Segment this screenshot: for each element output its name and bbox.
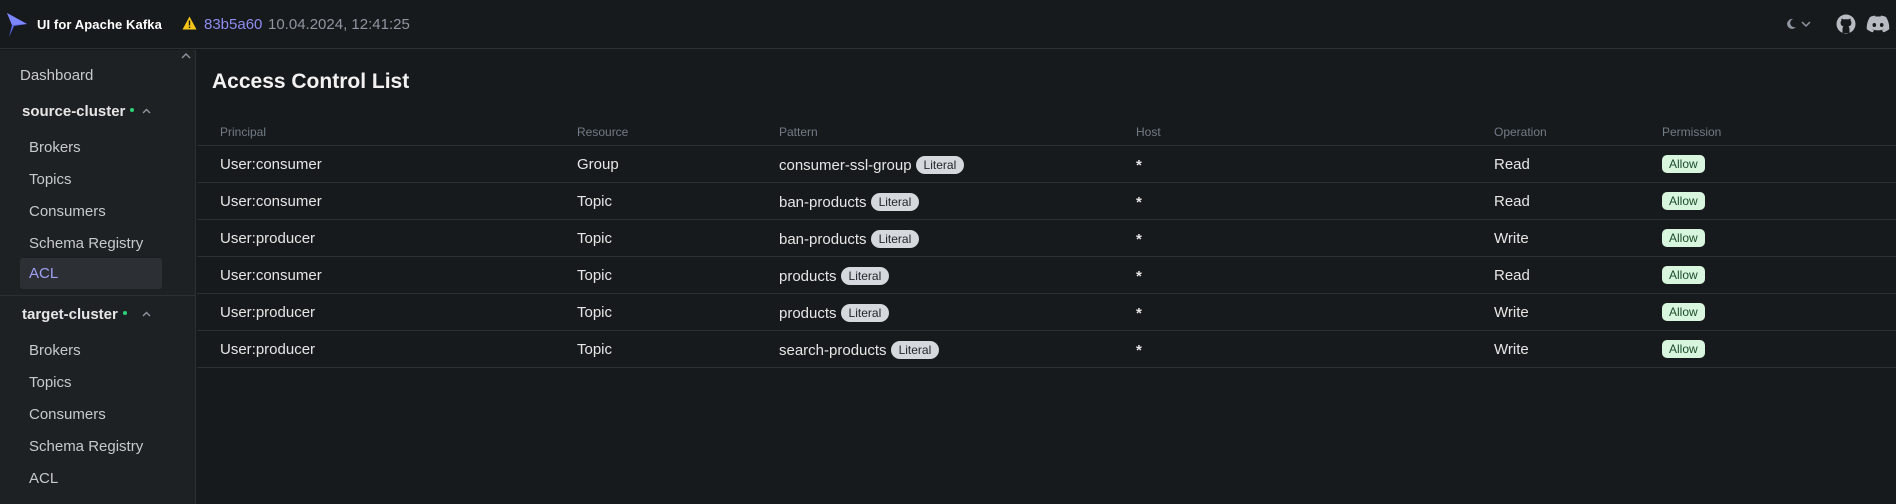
pattern-type-badge: Literal xyxy=(840,304,890,322)
cell-pattern: products Literal xyxy=(779,267,890,285)
cluster-name: target-cluster xyxy=(22,306,118,323)
table-row[interactable]: User:producer Topic ban-products Literal * Wr… xyxy=(197,220,1896,257)
pattern-type-badge: Literal xyxy=(915,156,965,174)
pattern-name: search-products xyxy=(779,342,887,359)
pattern-type-badge: Literal xyxy=(870,193,920,211)
cell-operation: Read xyxy=(1494,193,1530,210)
table-row[interactable]: User:producer Topic products Literal * Write A… xyxy=(197,294,1896,331)
theme-toggle[interactable] xyxy=(1786,15,1816,33)
permission-badge: Allow xyxy=(1662,155,1705,173)
chevron-up-icon[interactable] xyxy=(142,311,151,317)
column-header-operation: Operation xyxy=(1494,125,1547,139)
cell-resource: Topic xyxy=(577,230,613,247)
table-row[interactable]: User:consumer Group consumer-ssl-group Lite… xyxy=(197,146,1896,183)
sidebar-item-schema-registry[interactable]: Schema Registry xyxy=(20,228,162,259)
cell-principal: User:producer xyxy=(220,341,316,358)
column-header-host: Host xyxy=(1136,125,1161,139)
sidebar-item-topics[interactable]: Topics xyxy=(20,367,162,398)
permission-badge: Allow xyxy=(1662,303,1705,321)
sidebar-item-dashboard[interactable]: Dashboard xyxy=(20,60,162,91)
pattern-name: ban-products xyxy=(779,194,867,211)
cell-pattern: products Literal xyxy=(779,304,890,322)
cell-principal: User:consumer xyxy=(220,267,322,284)
permission-badge: Allow xyxy=(1662,340,1705,358)
chevron-up-icon[interactable] xyxy=(181,52,191,60)
cell-resource: Topic xyxy=(577,267,613,284)
sidebar-item-acl[interactable]: ACL xyxy=(20,258,162,289)
cell-principal: User:producer xyxy=(220,304,316,321)
column-header-pattern: Pattern xyxy=(779,125,818,139)
cell-resource: Topic xyxy=(577,341,613,358)
cell-host: * xyxy=(1136,231,1142,248)
cell-operation: Write xyxy=(1494,341,1529,358)
sidebar-item-consumers[interactable]: Consumers xyxy=(20,399,162,430)
cell-pattern: consumer-ssl-group Literal xyxy=(779,156,965,174)
status-online-dot xyxy=(122,311,127,315)
cell-principal: User:producer xyxy=(220,230,316,247)
table-header: Principal Resource Pattern Host Operatio… xyxy=(197,114,1896,146)
acl-table: Principal Resource Pattern Host Operatio… xyxy=(197,114,1896,368)
pattern-name: products xyxy=(779,268,837,285)
brand-title[interactable]: UI for Apache Kafka xyxy=(37,17,162,32)
table-row[interactable]: User:producer Topic search-products Literal… xyxy=(197,331,1896,368)
build-date: 10.04.2024, 12:41:25 xyxy=(268,16,410,33)
column-header-principal: Principal xyxy=(220,125,267,139)
cell-principal: User:consumer xyxy=(220,193,322,210)
pattern-name: consumer-ssl-group xyxy=(779,157,912,174)
cell-operation: Read xyxy=(1494,156,1530,173)
cell-host: * xyxy=(1136,268,1142,285)
discord-icon[interactable] xyxy=(1866,15,1890,33)
cell-operation: Write xyxy=(1494,304,1529,321)
cell-resource: Group xyxy=(577,156,619,173)
sidebar-item-brokers[interactable]: Brokers xyxy=(20,335,162,366)
pattern-type-badge: Literal xyxy=(870,230,920,248)
table-row[interactable]: User:consumer Topic ban-products Literal * Re… xyxy=(197,183,1896,220)
permission-badge: Allow xyxy=(1662,266,1705,284)
cell-pattern: ban-products Literal xyxy=(779,230,920,248)
warning-icon xyxy=(182,16,197,30)
cluster-name: source-cluster xyxy=(22,103,126,120)
cluster-target[interactable]: target-cluster xyxy=(22,303,172,327)
cell-principal: User:consumer xyxy=(220,156,322,173)
pattern-type-badge: Literal xyxy=(890,341,940,359)
cell-host: * xyxy=(1136,157,1142,174)
page-title: Access Control List xyxy=(212,70,410,93)
cell-host: * xyxy=(1136,194,1142,211)
main-content: Access Control List Principal Resource P… xyxy=(197,50,1896,504)
sidebar: Dashboard source-cluster Brokers Topics … xyxy=(0,50,196,504)
cell-pattern: search-products Literal xyxy=(779,341,940,359)
cell-host: * xyxy=(1136,342,1142,359)
column-header-permission: Permission xyxy=(1662,125,1722,139)
sidebar-item-consumers[interactable]: Consumers xyxy=(20,196,162,227)
cell-operation: Write xyxy=(1494,230,1529,247)
chevron-down-icon xyxy=(1801,20,1811,27)
cell-resource: Topic xyxy=(577,304,613,321)
cell-resource: Topic xyxy=(577,193,613,210)
sidebar-item-acl[interactable]: ACL xyxy=(20,463,162,494)
divider xyxy=(0,295,196,296)
cell-host: * xyxy=(1136,305,1142,322)
github-icon[interactable] xyxy=(1836,14,1856,34)
table-row[interactable]: User:consumer Topic products Literal * Read Al… xyxy=(197,257,1896,294)
cell-pattern: ban-products Literal xyxy=(779,193,920,211)
sidebar-item-brokers[interactable]: Brokers xyxy=(20,132,162,163)
sidebar-item-topics[interactable]: Topics xyxy=(20,164,162,195)
commit-link[interactable]: 83b5a60 xyxy=(204,16,262,33)
moon-icon xyxy=(1787,18,1796,29)
kafka-ui-logo-icon[interactable] xyxy=(6,12,28,38)
column-header-resource: Resource xyxy=(577,125,629,139)
sidebar-item-schema-registry[interactable]: Schema Registry xyxy=(20,431,162,462)
cluster-source[interactable]: source-cluster xyxy=(22,100,172,124)
status-online-dot xyxy=(130,108,135,112)
pattern-name: products xyxy=(779,305,837,322)
cell-operation: Read xyxy=(1494,267,1530,284)
permission-badge: Allow xyxy=(1662,229,1705,247)
pattern-type-badge: Literal xyxy=(840,267,890,285)
chevron-up-icon[interactable] xyxy=(142,108,151,114)
top-navbar: UI for Apache Kafka 83b5a60 10.04.2024, … xyxy=(0,0,1896,49)
pattern-name: ban-products xyxy=(779,231,867,248)
permission-badge: Allow xyxy=(1662,192,1705,210)
